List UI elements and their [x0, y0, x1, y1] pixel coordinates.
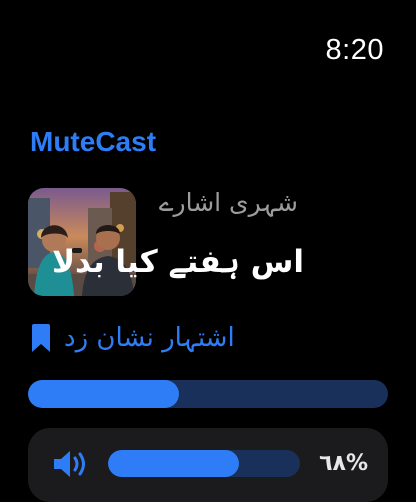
- status-time: 8:20: [325, 34, 384, 66]
- volume-slider-fill: [108, 450, 239, 477]
- volume-control: ٦٨%: [28, 428, 388, 502]
- bookmark-label: اشتہار نشان زد: [64, 323, 235, 353]
- podcast-name: شہری اشارے: [158, 188, 298, 217]
- playback-progress-fill: [28, 380, 180, 408]
- volume-percentage: ٦٨%: [319, 451, 368, 476]
- episode-title: اس ہفتے کیا بدلا: [51, 244, 304, 280]
- bookmark-icon: [30, 323, 52, 353]
- playback-progress-bar[interactable]: [28, 380, 388, 408]
- speaker-icon[interactable]: [52, 450, 90, 478]
- app-title: MuteCast: [30, 126, 157, 157]
- volume-slider[interactable]: [108, 450, 300, 477]
- ad-bookmark-button[interactable]: اشتہار نشان زد: [30, 318, 235, 358]
